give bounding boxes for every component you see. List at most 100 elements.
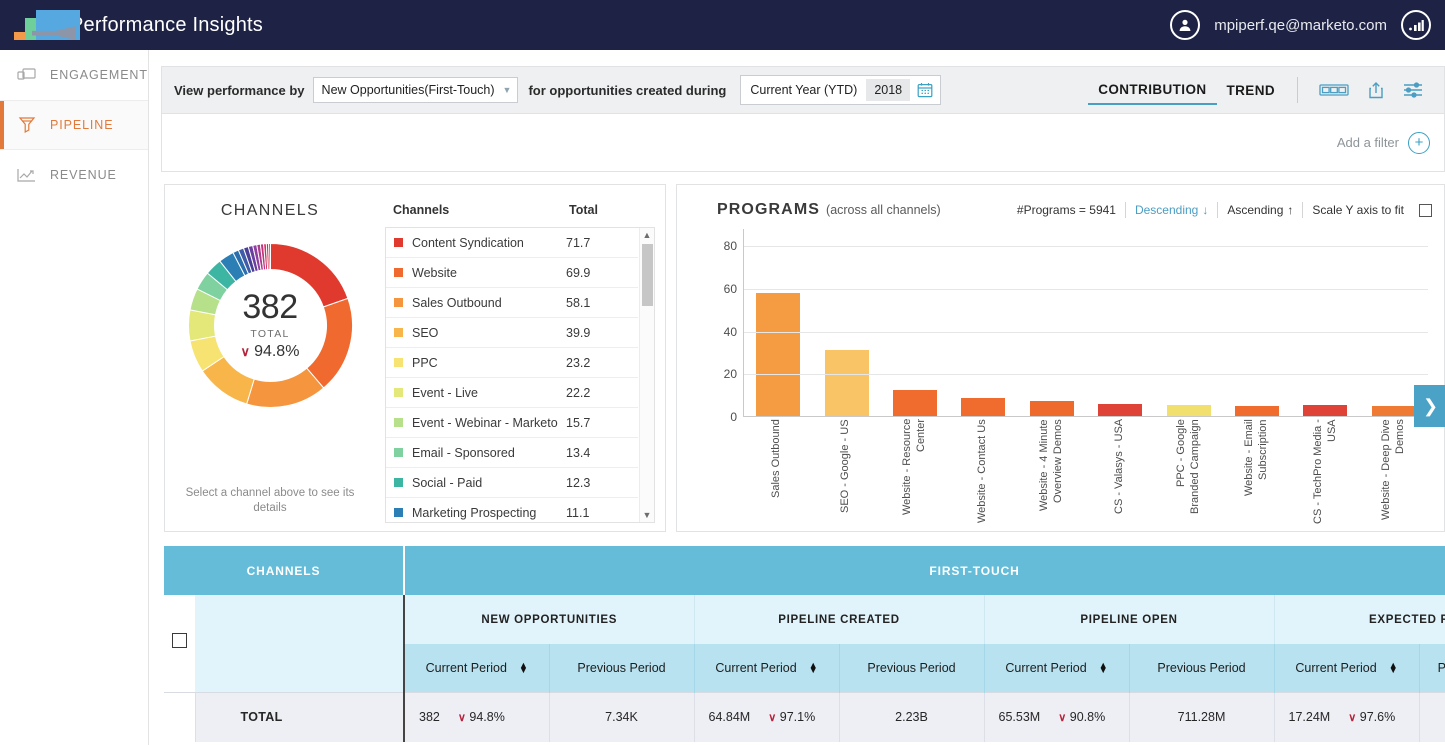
sort-updown-icon[interactable]: ▲▼	[809, 663, 818, 673]
list-item[interactable]: Email - Sponsored13.4	[386, 438, 638, 468]
add-filter-label: Add a filter	[1337, 135, 1399, 150]
sort-descending-button[interactable]: Descending ↓	[1126, 203, 1217, 217]
select-all-checkbox[interactable]	[172, 633, 187, 648]
sort-updown-icon[interactable]: ▲▼	[1099, 663, 1108, 673]
subheader-previous-3[interactable]: Previous Period	[1129, 644, 1274, 692]
user-email: mpiperf.qe@marketo.com	[1214, 17, 1387, 34]
sort-updown-icon[interactable]: ▲▼	[1389, 663, 1398, 673]
bar-cell	[1291, 229, 1359, 416]
control-bar: View performance by New Opportunities(Fi…	[161, 66, 1445, 114]
bar[interactable]	[825, 350, 869, 416]
bar[interactable]	[1235, 406, 1279, 416]
channel-color-swatch	[394, 508, 403, 517]
table-cell: 382∨ 94.8%	[404, 692, 549, 742]
y-axis-tick: 0	[730, 410, 737, 424]
channels-col-total: Total	[569, 203, 641, 217]
insights-circle-icon[interactable]	[1401, 10, 1431, 40]
chevron-up-icon[interactable]: ▲	[640, 228, 654, 242]
plus-circle-icon[interactable]: +	[1408, 132, 1430, 154]
list-item[interactable]: Event - Live22.2	[386, 378, 638, 408]
sort-ascending-button[interactable]: Ascending ↑	[1218, 203, 1302, 217]
date-range-value: Current Year (YTD)	[741, 83, 866, 97]
view-performance-by-select[interactable]: New Opportunities(First-Touch) ▼	[313, 77, 519, 103]
sort-updown-icon[interactable]: ▲▼	[519, 663, 528, 673]
list-item[interactable]: Marketing Prospecting11.1	[386, 498, 638, 523]
channel-color-swatch	[394, 388, 403, 397]
subheader-current-2[interactable]: Current Period ▲▼	[694, 644, 839, 692]
line-chart-icon	[16, 165, 38, 185]
subheader-label: Current Period	[1295, 661, 1376, 675]
bar[interactable]	[961, 398, 1005, 416]
cell-value: 2.23B	[895, 710, 928, 724]
arrow-down-icon: ∨	[768, 712, 776, 724]
channel-name-header	[195, 595, 404, 692]
donut-segment[interactable]	[268, 244, 270, 270]
calendar-icon[interactable]	[910, 82, 940, 98]
bar[interactable]	[1098, 404, 1142, 416]
arrow-up-icon: ↑	[1287, 203, 1293, 217]
subheader-current-3[interactable]: Current Period ▲▼	[984, 644, 1129, 692]
scrollbar-thumb[interactable]	[642, 244, 653, 306]
columns-icon[interactable]	[1310, 82, 1358, 98]
x-label-cell: Website - Resource Center	[880, 419, 949, 529]
chevron-right-icon[interactable]: ❯	[1414, 385, 1445, 427]
channels-scrollbar[interactable]: ▲ ▼	[639, 228, 654, 522]
subheader-current-4[interactable]: Current Period ▲▼	[1274, 644, 1419, 692]
subheader-previous-4[interactable]: Previous Period	[1419, 644, 1445, 692]
arrow-down-icon: ∨	[458, 712, 466, 724]
subheader-previous-2[interactable]: Previous Period	[839, 644, 984, 692]
bar[interactable]	[1372, 406, 1416, 416]
user-circle-icon[interactable]	[1170, 10, 1200, 40]
y-axis-tick: 80	[724, 239, 737, 253]
sidebar-item-label: REVENUE	[50, 168, 117, 182]
list-item[interactable]: PPC23.2	[386, 348, 638, 378]
list-item[interactable]: Sales Outbound58.1	[386, 288, 638, 318]
cell-delta: ∨ 97.1%	[768, 710, 815, 724]
channels-donut-chart[interactable]: 382 TOTAL ∨ 94.8%	[183, 238, 358, 413]
list-item[interactable]: SEO39.9	[386, 318, 638, 348]
bar[interactable]	[1030, 401, 1074, 416]
channel-total: 58.1	[566, 296, 638, 310]
row-checkbox-cell[interactable]	[164, 692, 195, 742]
chevron-down-icon[interactable]: ▼	[640, 508, 654, 522]
sidebar-item-revenue[interactable]: REVENUE	[0, 150, 148, 200]
cell-value: 65.53M	[999, 710, 1041, 724]
y-axis-tick: 60	[724, 282, 737, 296]
table-cell: 2.23B	[839, 692, 984, 742]
x-label-cell: CS - TechPro Media - USA	[1291, 419, 1360, 529]
app-logo[interactable]	[0, 0, 70, 50]
date-range-picker[interactable]: Current Year (YTD) 2018	[740, 75, 941, 105]
x-label-cell: Website - Deep Dive Demos	[1360, 419, 1429, 529]
list-item[interactable]: Website69.9	[386, 258, 638, 288]
tab-contribution[interactable]: CONTRIBUTION	[1088, 76, 1216, 105]
tab-trend[interactable]: TREND	[1217, 77, 1286, 104]
bar[interactable]	[756, 293, 800, 416]
sidebar-item-engagement[interactable]: ENGAGEMENT	[0, 50, 148, 100]
sidebar-item-label: ENGAGEMENT	[50, 68, 148, 82]
list-item[interactable]: Content Syndication71.7	[386, 228, 638, 258]
select-all-cell[interactable]	[164, 595, 195, 692]
table-cell: 65.53M∨ 90.8%	[984, 692, 1129, 742]
list-item[interactable]: Social - Paid12.3	[386, 468, 638, 498]
x-label-cell: Website - Email Subscription	[1223, 419, 1292, 529]
x-axis-tick-label: Sales Outbound	[770, 419, 784, 527]
export-icon[interactable]	[1358, 81, 1394, 100]
view-performance-by-label: View performance by	[174, 83, 305, 98]
bar[interactable]	[1303, 405, 1347, 416]
channel-color-swatch	[394, 358, 403, 367]
settings-sliders-icon[interactable]	[1394, 81, 1432, 99]
table-cell: 17.24M∨ 97.6%	[1274, 692, 1419, 742]
x-axis-line	[744, 416, 1428, 417]
sidebar-item-pipeline[interactable]: PIPELINE	[0, 100, 148, 150]
bar-cell	[1086, 229, 1154, 416]
bar[interactable]	[1167, 405, 1211, 416]
x-axis-tick-label: Website - Deep Dive Demos	[1380, 419, 1408, 527]
programs-header: PROGRAMS (across all channels) #Programs…	[677, 185, 1444, 219]
list-item[interactable]: Event - Webinar - Marketo15.7	[386, 408, 638, 438]
channel-name: SEO	[412, 326, 566, 340]
bar[interactable]	[893, 390, 937, 416]
table-row[interactable]: TOTAL382∨ 94.8%7.34K64.84M∨ 97.1%2.23B65…	[164, 692, 1445, 742]
scale-y-axis-checkbox[interactable]	[1419, 204, 1432, 217]
subheader-current-1[interactable]: Current Period ▲▼	[404, 644, 549, 692]
subheader-previous-1[interactable]: Previous Period	[549, 644, 694, 692]
